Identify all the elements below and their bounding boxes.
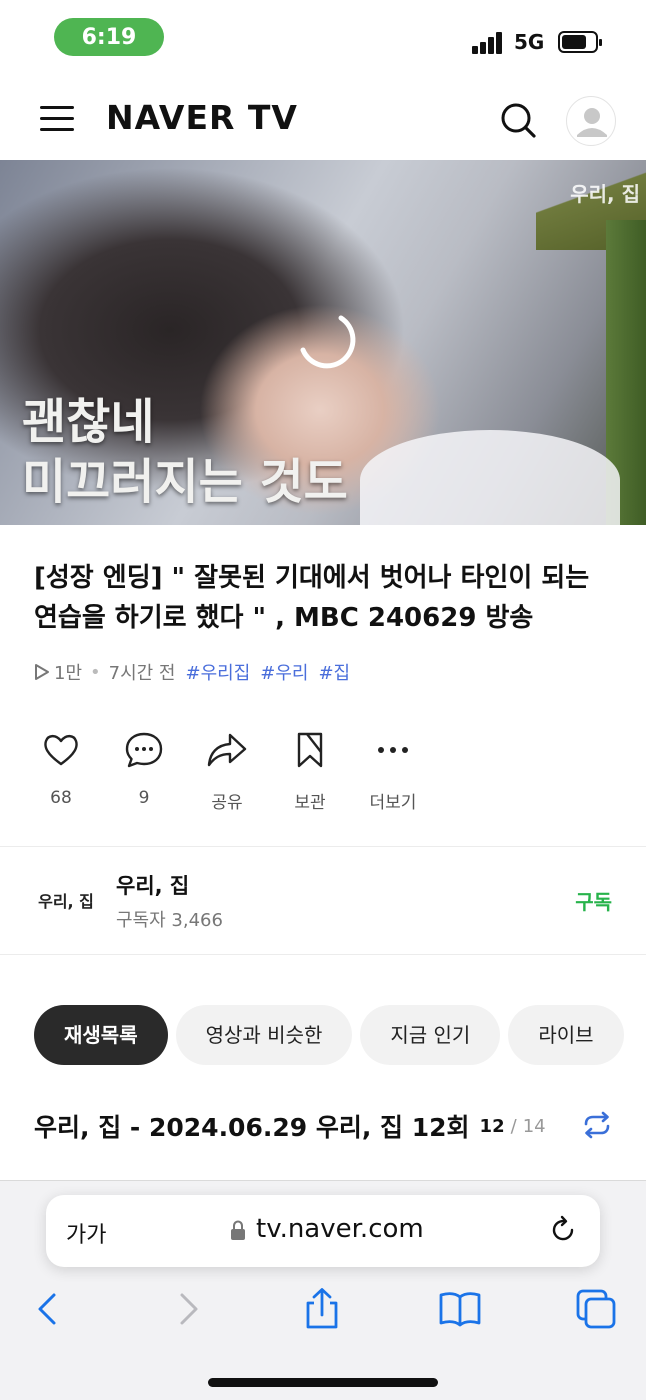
hashtag[interactable]: #우리집 [186, 659, 251, 685]
forward-icon[interactable] [166, 1287, 210, 1331]
heart-icon [44, 734, 78, 766]
channel-name[interactable]: 우리, 집 [116, 870, 189, 900]
hashtag[interactable]: #우리 [260, 659, 308, 685]
upload-time: 7시간 전 [108, 663, 176, 684]
more-icon [378, 747, 408, 753]
video-scenery [360, 430, 620, 525]
video-title: [성장 엔딩] " 잘못된 기대에서 벗어나 타인이 되는 연습을 하기로 했다… [34, 563, 590, 633]
divider [0, 954, 646, 955]
save-button[interactable]: 보관 [269, 730, 351, 813]
back-icon[interactable] [26, 1287, 70, 1331]
avatar[interactable] [566, 96, 616, 146]
repeat-icon[interactable] [580, 1110, 614, 1140]
tabs-icon[interactable] [574, 1287, 618, 1331]
more-button[interactable]: 더보기 [352, 730, 434, 813]
share-icon [207, 733, 247, 767]
divider [0, 846, 646, 847]
status-bar: 6:19 5G [0, 0, 646, 80]
more-label: 더보기 [369, 793, 417, 813]
bookmarks-icon[interactable] [438, 1287, 482, 1331]
user-icon [577, 108, 607, 137]
subscriber-count: 구독자 3,466 [116, 910, 223, 931]
app-header: NAVER TV [0, 80, 646, 160]
channel-info[interactable]: 우리, 집 우리, 집 구독자 3,466 구독 [0, 860, 646, 944]
share-label: 공유 [211, 793, 243, 813]
comment-button[interactable]: 9 [103, 730, 185, 808]
cellular-signal-icon [472, 32, 504, 54]
battery-icon [558, 31, 602, 53]
tab-chips: 재생목록 영상과 비슷한 지금 인기 라이브 [34, 1005, 646, 1067]
video-caption: 괜찮네 미끄러지는 것도 [22, 392, 348, 512]
url-text[interactable]: tv.naver.com [256, 1214, 424, 1244]
play-count-icon [35, 664, 49, 680]
bookmark-icon [297, 732, 323, 768]
video-caption-line: 괜찮네 [22, 394, 155, 450]
like-count: 68 [50, 788, 72, 808]
meta-separator: • [90, 661, 101, 683]
text-size-button[interactable]: 가가 [66, 1217, 106, 1249]
network-type: 5G [514, 30, 545, 54]
lock-icon [231, 1220, 245, 1240]
hashtag[interactable]: #집 [318, 659, 350, 685]
naver-tv-logo[interactable]: NAVER TV [106, 98, 298, 137]
search-icon[interactable] [500, 102, 536, 138]
comment-icon [125, 732, 163, 768]
playlist-header: 우리, 집 - 2024.06.29 우리, 집 12회 12 / 14 [34, 1104, 614, 1148]
action-bar: 68 9 공유 보관 더보기 [20, 730, 440, 813]
address-bar[interactable]: 가가 tv.naver.com [46, 1195, 600, 1267]
browser-toolbar: 가가 tv.naver.com [0, 1180, 646, 1400]
view-count: 1만 [54, 663, 83, 684]
comment-count: 9 [138, 788, 150, 808]
video-caption-line: 미끄러지는 것도 [22, 454, 348, 510]
playlist-current: 12 [479, 1115, 505, 1137]
video-meta: 1만 • 7시간 전 #우리집 #우리 #집 [34, 658, 350, 686]
share-button[interactable]: 공유 [186, 730, 268, 813]
hamburger-menu-icon[interactable] [40, 106, 74, 132]
save-label: 보관 [294, 793, 326, 813]
playlist-total: 14 [522, 1115, 546, 1137]
home-indicator[interactable] [208, 1378, 438, 1387]
reload-icon[interactable] [548, 1215, 578, 1245]
like-button[interactable]: 68 [20, 730, 102, 808]
status-time: 6:19 [54, 18, 164, 56]
chip-popular[interactable]: 지금 인기 [360, 1005, 501, 1065]
chip-playlist[interactable]: 재생목록 [34, 1005, 168, 1065]
share-icon[interactable] [300, 1287, 344, 1331]
video-channel-watermark: 우리, 집 [570, 182, 640, 206]
subscribe-button[interactable]: 구독 [575, 886, 612, 915]
playlist-separator: / [510, 1115, 517, 1137]
channel-logo[interactable]: 우리, 집 [34, 880, 98, 920]
playlist-title: 우리, 집 - 2024.06.29 우리, 집 12회 [34, 1113, 470, 1142]
video-player[interactable]: 우리, 집 괜찮네 미끄러지는 것도 [0, 160, 646, 525]
chip-live[interactable]: 라이브 [508, 1005, 624, 1065]
loading-spinner-icon [300, 315, 356, 369]
chip-similar[interactable]: 영상과 비슷한 [175, 1005, 353, 1065]
